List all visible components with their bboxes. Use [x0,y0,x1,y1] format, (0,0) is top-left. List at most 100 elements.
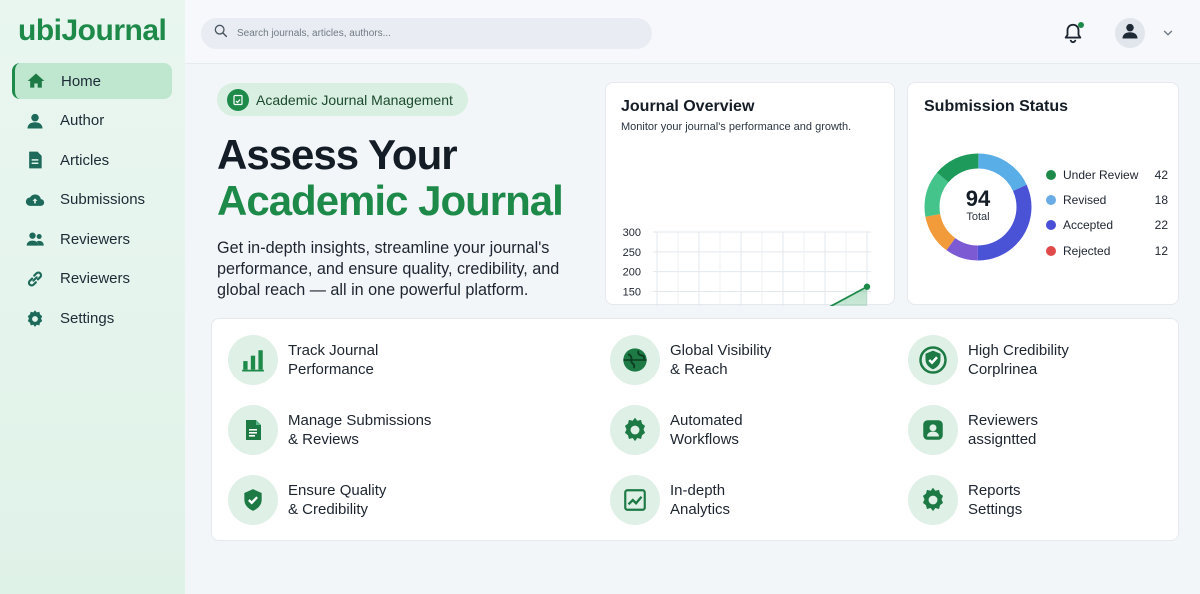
sidebar-item-label: Home [61,72,102,90]
submission-status-card: Submission Status 94 Total Under Review … [907,82,1179,305]
hero-title-line1: Assess Your [217,131,458,178]
feature-reviewers-assigned[interactable]: Reviewers assigntted [908,405,1038,455]
sidebar-item-articles[interactable]: Articles [12,142,172,178]
legend-name: Accepted [1063,218,1114,233]
legend-row: Accepted 22 [1046,213,1168,238]
gear-icon [908,475,958,525]
legend-value: 22 [1154,218,1168,233]
shield-check-icon [908,335,958,385]
feature-label: Global Visibility & Reach [670,341,771,379]
y-tick-label: 300 [623,227,641,239]
sidebar: ubiJournal Home Author Articles Submissi… [0,0,185,594]
search-icon [213,23,229,44]
legend-row: Under Review 42 [1046,162,1168,187]
sidebar-item-settings[interactable]: Settings [12,301,172,337]
hero-title-line2: Academic Journal [217,177,564,224]
feature-line2: & Reviews [288,431,359,448]
hero-badge-label: Academic Journal Management [256,91,453,108]
notification-dot [1078,22,1084,28]
feature-reports-settings[interactable]: Reports Settings [908,475,1022,525]
feature-line2: & Reach [670,361,728,378]
feature-line1: Reports [968,482,1021,499]
sidebar-item-label: Author [60,112,105,130]
chevron-down-icon[interactable] [1161,26,1175,40]
feature-line2: Analytics [670,501,731,518]
legend-name: Rejected [1063,243,1111,258]
user-icon [24,110,46,132]
sidebar-item-label: Reviewers [60,270,131,288]
sidebar-item-reviewers-2[interactable]: Reviewers [12,261,172,297]
document-icon [24,149,46,171]
sidebar-item-label: Submissions [60,191,146,209]
legend-value: 12 [1154,243,1168,258]
legend-name: Revised [1063,192,1107,207]
search-bar[interactable] [201,18,652,49]
gear-icon [24,308,46,330]
sidebar-item-submissions[interactable]: Submissions [12,182,172,218]
feature-label: Automated Workflows [670,411,743,449]
sidebar-item-label: Articles [60,151,110,169]
feature-label: High Credibility Corplrinea [968,341,1069,379]
feature-automated-workflows[interactable]: Automated Workflows [610,405,743,455]
journal-overview-card: Journal Overview Monitor your journal's … [605,82,895,306]
feature-global-visibility[interactable]: Global Visibility & Reach [610,335,771,385]
feature-line1: Track Journal [288,342,379,359]
feature-line2: Workflows [670,431,739,448]
shield-check-icon [228,475,278,525]
home-icon [25,70,47,92]
user-avatar-icon [1120,21,1140,46]
feature-ensure-quality[interactable]: Ensure Quality & Credibility [228,475,386,525]
feature-line2: Corplrinea [968,361,1038,378]
users-icon [24,228,46,250]
legend-value: 18 [1154,192,1168,207]
document-icon [228,405,278,455]
app-logo[interactable]: ubiJournal [18,14,167,48]
feature-line1: Automated [670,412,743,429]
feature-in-depth-analytics[interactable]: In-depth Analytics [610,475,730,525]
y-tick-label: 250 [623,247,641,259]
globe-icon [610,335,660,385]
feature-line2: assigntted [968,431,1037,448]
sidebar-item-reviewers[interactable]: Reviewers [12,221,172,257]
feature-label: Reports Settings [968,481,1022,519]
y-tick-label: 150 [623,287,641,299]
feature-label: Ensure Quality & Credibility [288,481,386,519]
feature-track-performance[interactable]: Track Journal Performance [228,335,378,385]
cloud-upload-icon [24,189,46,211]
features-card: Track Journal Performance Global Visibili… [211,318,1179,541]
hero-description: Get in-depth insights, streamline your j… [217,239,560,299]
sidebar-item-home[interactable]: Home [12,63,172,99]
link-icon [24,268,46,290]
legend-name: Under Review [1063,167,1139,182]
overview-chart: 050100150200250300JanFebMarAprMayJun [623,227,871,306]
avatar[interactable] [1115,18,1145,48]
feature-line2: Performance [288,361,374,378]
search-input[interactable] [237,28,617,39]
hero-badge: Academic Journal Management [217,83,468,116]
feature-line1: Global Visibility [670,342,772,359]
donut-total: 94 [965,186,991,211]
feature-line1: In-depth [670,482,726,499]
donut-total-label: Total [966,211,990,223]
feature-manage-submissions[interactable]: Manage Submissions & Reviews [228,405,431,455]
feature-label: Manage Submissions & Reviews [288,411,431,449]
feature-line1: Reviewers [968,412,1039,429]
feature-label: Track Journal Performance [288,341,378,379]
sidebar-nav: Home Author Articles Submissions Reviewe… [12,63,172,340]
feature-line2: Settings [968,501,1023,518]
feature-line2: & Credibility [288,501,369,518]
legend-dot [1046,194,1056,205]
y-tick-label: 200 [623,267,641,279]
status-legend: Under Review 42 Revised 18 Accepted 22 R… [1046,162,1168,263]
data-point [863,283,871,290]
legend-row: Rejected 12 [1046,238,1168,263]
legend-dot [1046,220,1056,231]
reviewer-badge-icon [908,405,958,455]
feature-high-credibility[interactable]: High Credibility Corplrinea [908,335,1069,385]
legend-value: 42 [1154,167,1168,182]
sidebar-item-author[interactable]: Author [12,103,172,139]
legend-dot [1046,169,1056,180]
donut-center: 94 Total [958,186,998,224]
sidebar-item-label: Reviewers [60,230,131,248]
topbar [185,0,1200,64]
